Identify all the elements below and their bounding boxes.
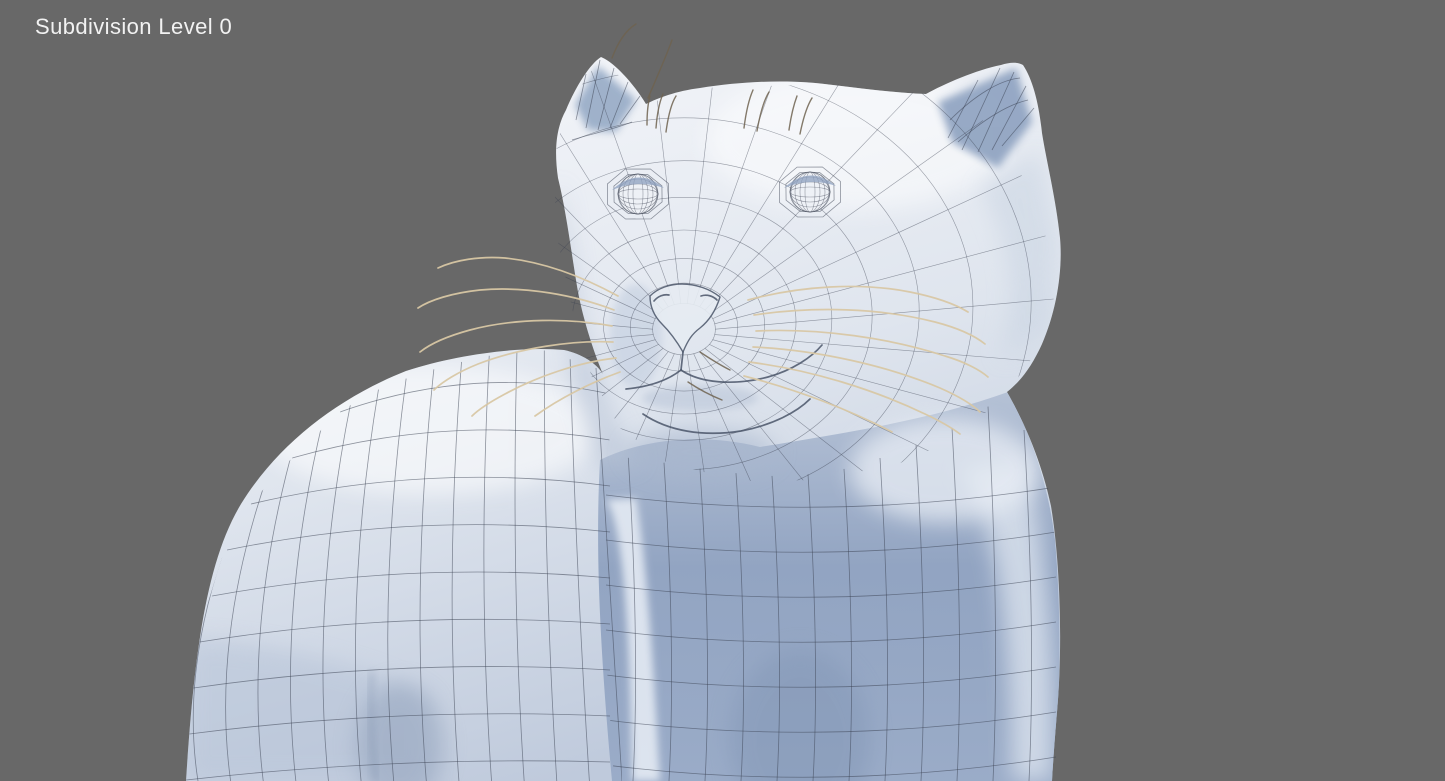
subdivision-level-label: Subdivision Level 0 bbox=[35, 14, 232, 40]
wireframe-cat-model bbox=[0, 0, 1445, 781]
render-viewport: Subdivision Level 0 bbox=[0, 0, 1445, 781]
